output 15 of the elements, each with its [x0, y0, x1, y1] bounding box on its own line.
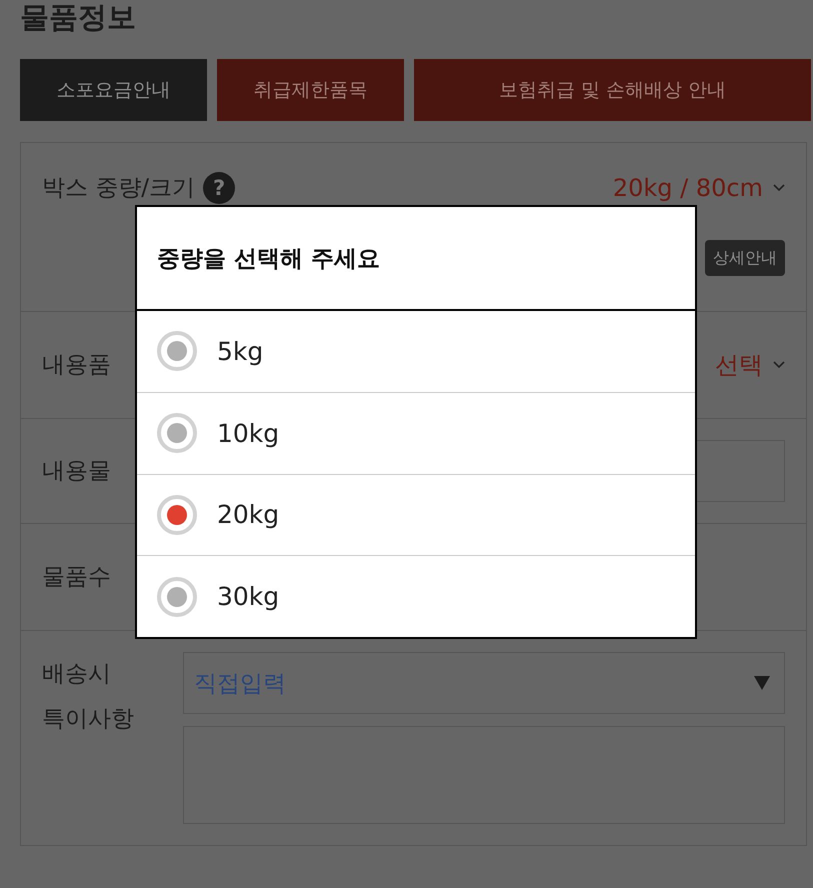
field-label: 박스 중량/크기: [42, 174, 196, 203]
field-label: 내용물: [42, 457, 112, 486]
dropdown-triangle-icon: [754, 676, 770, 690]
info-button[interactable]: 소포요금안내: [20, 59, 207, 121]
dialog-title: 중량을 선택해 주세요: [157, 244, 380, 274]
help-icon[interactable]: ?: [203, 172, 236, 204]
chevron-down-icon: [773, 184, 785, 192]
page-title: 물품정보: [20, 0, 136, 34]
info-button[interactable]: 취급제한품목: [217, 59, 404, 121]
chevron-down-icon: [773, 361, 785, 369]
field-label: 내용품: [42, 351, 111, 380]
field-label: 물품수: [42, 563, 111, 592]
field-label: 배송시 특이사항: [42, 660, 135, 734]
info-button[interactable]: 보험취급 및 손해배상 안내: [414, 59, 811, 121]
detail-button[interactable]: 상세안내: [705, 240, 785, 276]
